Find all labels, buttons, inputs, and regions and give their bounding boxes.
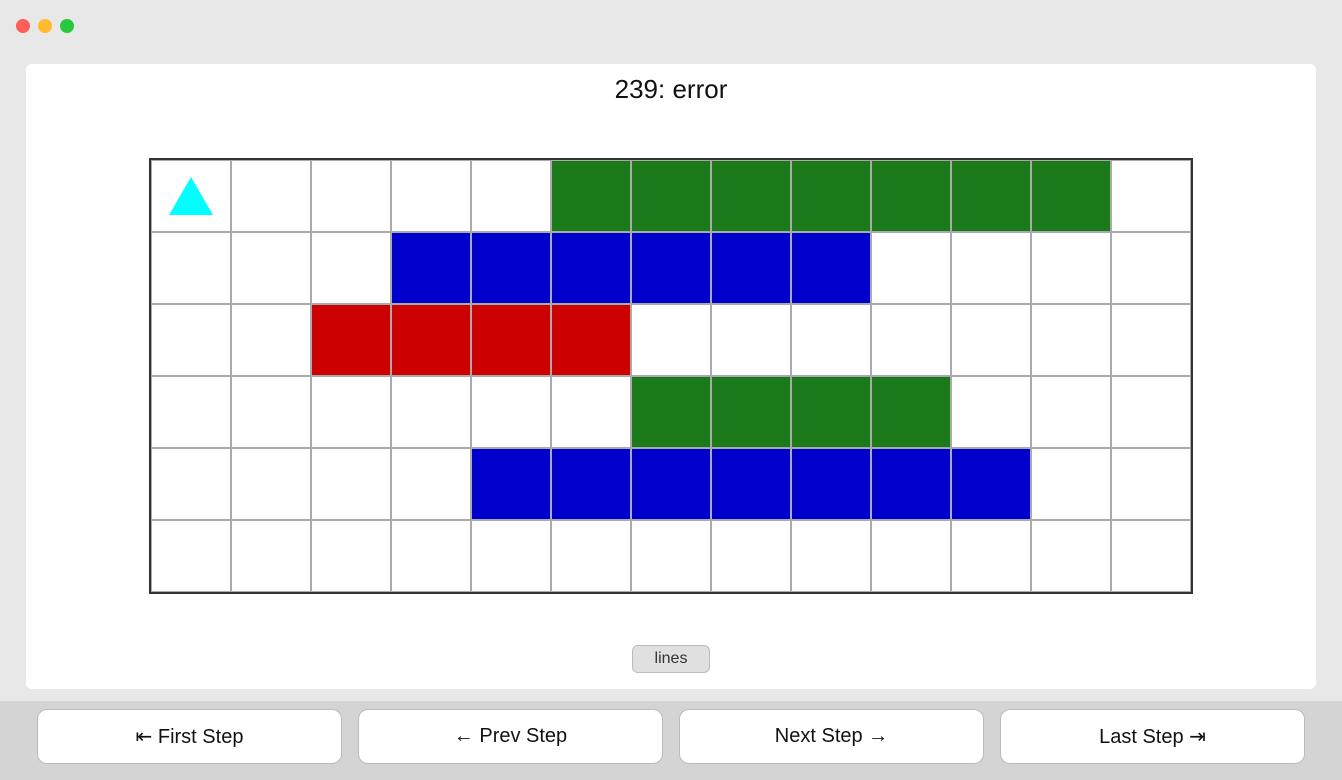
cell-2-12: [1111, 304, 1191, 376]
cell-3-5: [551, 376, 631, 448]
cell-0-7: [711, 160, 791, 232]
cell-1-7: [711, 232, 791, 304]
cell-0-9: [871, 160, 951, 232]
cell-4-2: [311, 448, 391, 520]
cell-5-4: [471, 520, 551, 592]
cell-4-4: [471, 448, 551, 520]
first-step-button[interactable]: ⇤ First Step: [37, 709, 342, 764]
cell-2-9: [871, 304, 951, 376]
cell-2-3: [391, 304, 471, 376]
grid-wrapper: [36, 115, 1306, 637]
cell-3-3: [391, 376, 471, 448]
cell-0-11: [1031, 160, 1111, 232]
cell-2-11: [1031, 304, 1111, 376]
cell-0-2: [311, 160, 391, 232]
cell-3-1: [231, 376, 311, 448]
lines-badge: lines: [632, 645, 711, 673]
cell-5-3: [391, 520, 471, 592]
cell-4-9: [871, 448, 951, 520]
cell-0-6: [631, 160, 711, 232]
main-area: 239: error lines: [0, 52, 1342, 701]
cell-1-5: [551, 232, 631, 304]
cell-3-11: [1031, 376, 1111, 448]
titlebar: [0, 0, 1342, 52]
cell-2-7: [711, 304, 791, 376]
cell-5-0: [151, 520, 231, 592]
cell-2-4: [471, 304, 551, 376]
cell-3-9: [871, 376, 951, 448]
cell-4-5: [551, 448, 631, 520]
cell-5-9: [871, 520, 951, 592]
cell-3-2: [311, 376, 391, 448]
cell-4-6: [631, 448, 711, 520]
cell-3-0: [151, 376, 231, 448]
cell-2-6: [631, 304, 711, 376]
bottom-label-area: lines: [36, 637, 1306, 679]
triangle-icon: [169, 177, 213, 215]
cell-1-11: [1031, 232, 1111, 304]
cell-5-12: [1111, 520, 1191, 592]
cell-1-3: [391, 232, 471, 304]
cell-0-4: [471, 160, 551, 232]
cell-1-12: [1111, 232, 1191, 304]
cell-0-3: [391, 160, 471, 232]
cell-1-0: [151, 232, 231, 304]
cell-3-12: [1111, 376, 1191, 448]
prev-step-button[interactable]: ← Prev Step: [358, 709, 663, 764]
cell-1-4: [471, 232, 551, 304]
maximize-button[interactable]: [60, 19, 74, 33]
cell-0-1: [231, 160, 311, 232]
cell-5-8: [791, 520, 871, 592]
cell-3-6: [631, 376, 711, 448]
cell-5-1: [231, 520, 311, 592]
last-step-button[interactable]: Last Step ⇥: [1000, 709, 1305, 764]
button-bar: ⇤ First Step ← Prev Step Next Step → Las…: [21, 701, 1321, 780]
cell-5-7: [711, 520, 791, 592]
cell-2-2: [311, 304, 391, 376]
cell-5-6: [631, 520, 711, 592]
cell-2-5: [551, 304, 631, 376]
cell-0-10: [951, 160, 1031, 232]
cell-1-1: [231, 232, 311, 304]
card-title: 239: error: [36, 74, 1306, 105]
cell-2-8: [791, 304, 871, 376]
cell-3-10: [951, 376, 1031, 448]
cell-4-12: [1111, 448, 1191, 520]
cell-1-10: [951, 232, 1031, 304]
cell-1-6: [631, 232, 711, 304]
minimize-button[interactable]: [38, 19, 52, 33]
cell-1-9: [871, 232, 951, 304]
cell-0-5: [551, 160, 631, 232]
grid: [149, 158, 1193, 594]
cell-1-2: [311, 232, 391, 304]
cell-3-7: [711, 376, 791, 448]
cell-4-0: [151, 448, 231, 520]
cell-2-10: [951, 304, 1031, 376]
cell-4-8: [791, 448, 871, 520]
cell-0-12: [1111, 160, 1191, 232]
next-step-button[interactable]: Next Step →: [679, 709, 984, 764]
cell-4-11: [1031, 448, 1111, 520]
cell-5-10: [951, 520, 1031, 592]
cell-5-11: [1031, 520, 1111, 592]
cell-4-10: [951, 448, 1031, 520]
cell-4-3: [391, 448, 471, 520]
cell-2-1: [231, 304, 311, 376]
cell-5-5: [551, 520, 631, 592]
cell-2-0: [151, 304, 231, 376]
cell-3-4: [471, 376, 551, 448]
cell-4-1: [231, 448, 311, 520]
cell-4-7: [711, 448, 791, 520]
close-button[interactable]: [16, 19, 30, 33]
cell-3-8: [791, 376, 871, 448]
card: 239: error lines: [26, 64, 1316, 689]
cell-0-8: [791, 160, 871, 232]
cell-1-8: [791, 232, 871, 304]
cell-5-2: [311, 520, 391, 592]
cell-0-0: [151, 160, 231, 232]
